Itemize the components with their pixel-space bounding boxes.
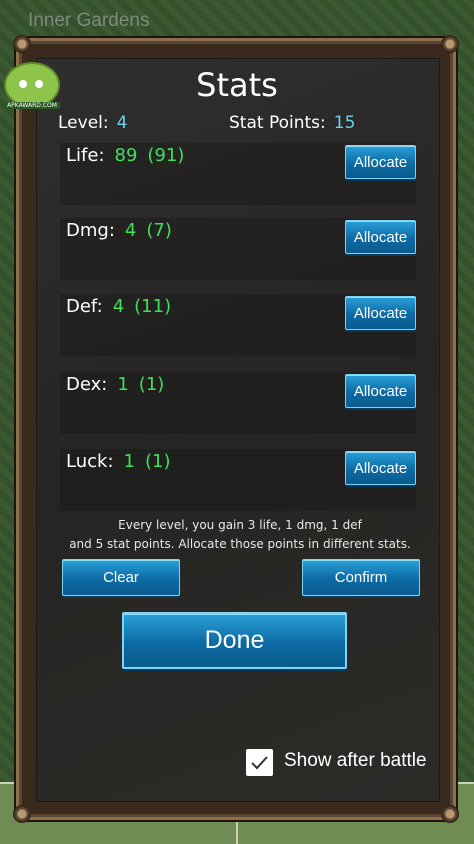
stat-label: Luck: 1 (1) <box>66 451 171 472</box>
level-display: Level: 4 <box>58 113 127 133</box>
apkaward-logo: APKAWARD.COM <box>4 62 60 112</box>
stat-points-label: Stat Points: <box>229 113 326 133</box>
stat-label: Dmg: 4 (7) <box>66 220 172 241</box>
info-line: Every level, you gain 3 life, 1 dmg, 1 d… <box>118 518 362 532</box>
stat-points-value: 15 <box>333 113 356 133</box>
stat-label: Life: 89 (91) <box>66 145 185 166</box>
allocate-life-button[interactable]: Allocate <box>345 145 416 179</box>
confirm-button[interactable]: Confirm <box>302 559 420 596</box>
area-title: Inner Gardens <box>28 10 150 31</box>
stat-value: 4 <box>124 220 137 241</box>
show-after-battle-checkbox[interactable] <box>246 749 273 776</box>
frame-corner-rivet <box>441 805 459 823</box>
panel-title: Stats <box>196 66 278 104</box>
clear-button[interactable]: Clear <box>62 559 180 596</box>
stat-points-display: Stat Points: 15 <box>229 113 355 133</box>
stat-value: 89 <box>114 145 138 166</box>
frame-corner-rivet <box>441 35 459 53</box>
stat-value: 1 <box>123 451 135 472</box>
stat-row-life: Life: 89 (91) Allocate <box>60 143 416 205</box>
checkmark-icon <box>251 756 268 770</box>
done-button[interactable]: Done <box>122 612 347 669</box>
allocate-dex-button[interactable]: Allocate <box>345 374 416 408</box>
stat-value: 1 <box>117 374 129 395</box>
stat-row-dex: Dex: 1 (1) Allocate <box>60 372 416 434</box>
level-value: 4 <box>116 113 128 133</box>
stat-max: (7) <box>146 220 172 241</box>
frame-corner-rivet <box>13 35 31 53</box>
stat-label: Def: 4 (11) <box>66 296 172 317</box>
level-label: Level: <box>58 113 109 133</box>
allocate-def-button[interactable]: Allocate <box>345 296 416 330</box>
stat-label: Dex: 1 (1) <box>66 374 165 395</box>
stat-max: (91) <box>147 145 185 166</box>
frame-corner-rivet <box>13 805 31 823</box>
stat-max: (1) <box>144 451 171 472</box>
allocate-dmg-button[interactable]: Allocate <box>345 220 416 254</box>
info-text: Every level, you gain 3 life, 1 dmg, 1 d… <box>60 516 420 554</box>
stat-row-dmg: Dmg: 4 (7) Allocate <box>60 218 416 280</box>
logo-text: APKAWARD.COM <box>4 102 60 109</box>
stat-value: 4 <box>112 296 125 317</box>
stat-max: (11) <box>134 296 172 317</box>
allocate-luck-button[interactable]: Allocate <box>345 451 416 485</box>
stat-row-luck: Luck: 1 (1) Allocate <box>60 449 416 511</box>
stat-row-def: Def: 4 (11) Allocate <box>60 294 416 356</box>
stat-max: (1) <box>138 374 165 395</box>
show-after-battle-label[interactable]: Show after battle <box>284 750 427 772</box>
info-line: and 5 stat points. Allocate those points… <box>69 537 411 551</box>
